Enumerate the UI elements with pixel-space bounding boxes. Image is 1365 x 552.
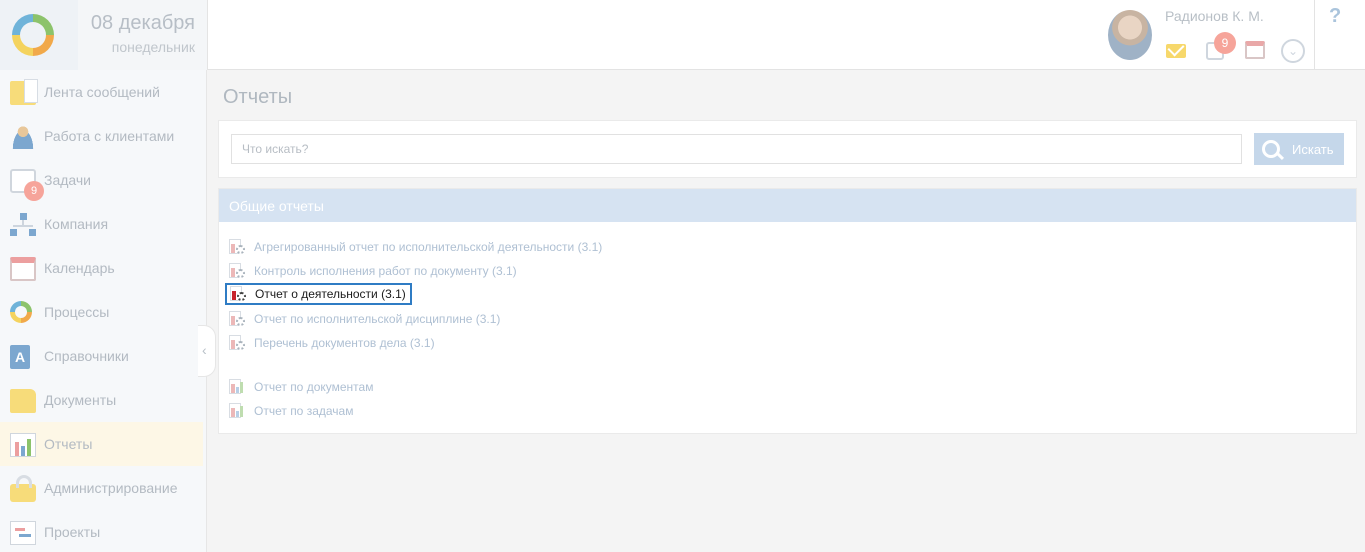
sidebar-item-label: Лента сообщений <box>44 84 160 100</box>
report-link[interactable]: Отчет по исполнительской дисциплине (3.1… <box>229 308 500 330</box>
sidebar-item-calendar[interactable]: Календарь <box>0 246 203 290</box>
report-link[interactable]: Отчет по документам <box>229 376 373 398</box>
sidebar-item-admin[interactable]: Администрирование <box>0 466 203 510</box>
sidebar-item-label: Проекты <box>44 524 101 540</box>
section-title: Общие отчеты <box>229 198 324 214</box>
chevron-left-icon: ‹ <box>202 342 207 358</box>
logo-ring-icon <box>12 14 54 56</box>
search-panel: Искать <box>218 120 1357 178</box>
help-icon[interactable]: ? <box>1329 5 1341 28</box>
search-icon <box>1262 140 1280 158</box>
section-header: Общие отчеты <box>219 189 1356 222</box>
messages-icon <box>10 79 38 105</box>
sidebar-item-messages[interactable]: Лента сообщений <box>0 70 203 114</box>
tasks-count-badge: 9 <box>1214 32 1236 54</box>
date-day: 08 декабря <box>90 12 195 34</box>
report-link-selected[interactable]: Отчет о деятельности (3.1) <box>225 283 412 305</box>
search-input[interactable] <box>231 134 1242 164</box>
sidebar-item-label: Справочники <box>44 348 129 364</box>
sidebar-item-label: Задачи <box>44 172 92 188</box>
processes-icon <box>10 301 32 323</box>
sidebar-item-label: Работа с клиентами <box>44 128 175 144</box>
sidebar-collapse-button[interactable]: ‹ <box>198 325 216 377</box>
report-chart-icon <box>229 379 247 395</box>
sidebar-item-label: Администрирование <box>44 480 178 496</box>
mail-icon[interactable] <box>1166 44 1186 58</box>
clients-icon <box>10 125 36 149</box>
search-button[interactable]: Искать <box>1254 133 1344 165</box>
report-settings-icon <box>230 286 248 302</box>
directories-icon: A <box>10 345 30 369</box>
user-avatar[interactable] <box>1108 10 1152 60</box>
sidebar-item-company[interactable]: Компания <box>0 202 203 246</box>
report-settings-icon <box>229 263 247 279</box>
report-link[interactable]: Контроль исполнения работ по документу (… <box>229 260 517 282</box>
header-divider <box>1314 0 1315 70</box>
sidebar-item-directories[interactable]: A Справочники <box>0 334 203 378</box>
calendar-icon[interactable] <box>1245 41 1265 59</box>
calendar-icon <box>10 257 36 281</box>
sidebar-item-label: Документы <box>44 392 117 408</box>
sidebar-item-label: Процессы <box>44 304 110 320</box>
logo-arrow <box>62 0 78 70</box>
user-name[interactable]: Радионов К. М. <box>1165 8 1264 24</box>
report-settings-icon <box>229 311 247 327</box>
report-link[interactable]: Отчет по задачам <box>229 400 353 422</box>
report-link-label: Отчет по задачам <box>254 404 354 418</box>
sidebar-item-reports[interactable]: Отчеты <box>0 422 203 466</box>
sidebar-item-documents[interactable]: Документы <box>0 378 203 422</box>
report-link-label: Контроль исполнения работ по документу (… <box>254 264 517 278</box>
report-settings-icon <box>229 335 247 351</box>
lock-icon <box>10 475 36 502</box>
sidebar-item-label: Календарь <box>44 260 115 276</box>
sidebar-item-label: Отчеты <box>44 436 93 452</box>
report-link-label: Отчет по исполнительской дисциплине (3.1… <box>254 312 501 326</box>
projects-icon <box>10 521 36 545</box>
report-link-label: Отчет о деятельности (3.1) <box>255 287 406 301</box>
page-title: Отчеты <box>223 86 293 108</box>
reports-icon <box>10 433 36 457</box>
sidebar-item-label: Компания <box>44 216 109 232</box>
sidebar-item-processes[interactable]: Процессы <box>0 290 203 334</box>
report-chart-icon <box>229 403 247 419</box>
chevron-down-icon[interactable]: ⌄ <box>1281 39 1305 63</box>
company-icon <box>10 213 36 237</box>
sidebar-item-projects[interactable]: Проекты <box>0 510 203 552</box>
date-block: 08 декабря понедельник <box>78 0 208 70</box>
report-link-label: Перечень документов дела (3.1) <box>254 336 435 350</box>
search-button-label: Искать <box>1292 142 1334 157</box>
documents-icon <box>10 389 36 413</box>
report-link-label: Отчет по документам <box>254 380 374 394</box>
report-link-label: Агрегированный отчет по исполнительской … <box>254 240 603 254</box>
top-header: 08 декабря понедельник Радионов К. М. 9 … <box>0 0 1365 70</box>
report-link[interactable]: Агрегированный отчет по исполнительской … <box>229 236 602 258</box>
report-settings-icon <box>229 239 247 255</box>
sidebar: Лента сообщений Работа с клиентами Задач… <box>0 70 207 552</box>
tasks-nav-badge: 9 <box>24 181 44 201</box>
date-weekday: понедельник <box>111 39 195 55</box>
report-link[interactable]: Перечень документов дела (3.1) <box>229 332 435 354</box>
sidebar-item-clients[interactable]: Работа с клиентами <box>0 114 203 158</box>
